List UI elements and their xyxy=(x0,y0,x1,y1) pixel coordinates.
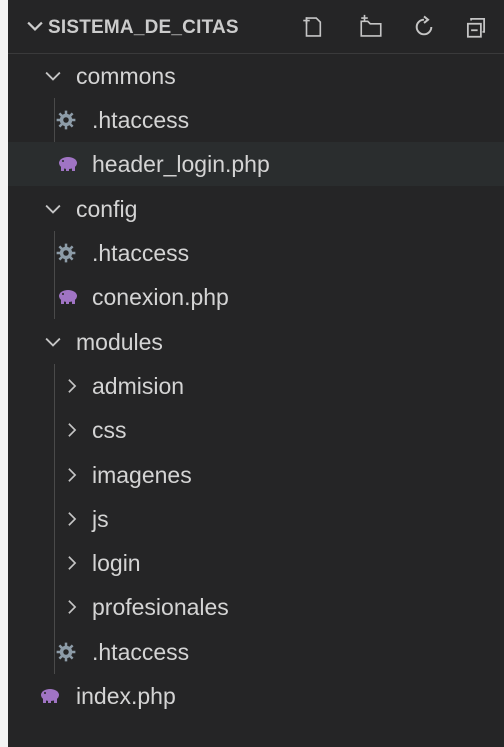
chevron-right-icon xyxy=(68,512,77,526)
gear-icon xyxy=(56,110,76,130)
tree-item-label: commons xyxy=(76,63,176,89)
tree-item-label: css xyxy=(92,417,127,443)
tree-file-conexion[interactable]: conexion.php xyxy=(8,275,504,319)
explorer-header[interactable]: SISTEMA_DE_CITAS xyxy=(8,0,504,54)
php-elephant-icon xyxy=(59,157,77,171)
tree-folder-commons[interactable]: commons xyxy=(8,54,504,98)
chevron-down-icon xyxy=(45,204,61,214)
tree-item-label: index.php xyxy=(76,683,176,709)
tree-file-htaccess[interactable]: .htaccess xyxy=(8,630,504,674)
tree-folder-js[interactable]: js xyxy=(8,497,504,541)
new-file-icon[interactable] xyxy=(300,14,326,40)
tree-folder-css[interactable]: css xyxy=(8,408,504,452)
php-elephant-icon xyxy=(41,689,59,703)
file-explorer: SISTEMA_DE_CITAS commons .htaccess heade… xyxy=(8,0,504,747)
tree-folder-config[interactable]: config xyxy=(8,187,504,231)
tree-item-label: login xyxy=(92,550,141,576)
chevron-right-icon xyxy=(68,379,77,393)
tree-item-label: config xyxy=(76,196,138,222)
collapse-all-icon[interactable] xyxy=(463,14,489,40)
tree-item-label: header_login.php xyxy=(92,151,270,177)
chevron-right-icon xyxy=(68,600,77,614)
tree-item-label: .htaccess xyxy=(92,240,190,266)
tree-item-label: conexion.php xyxy=(92,284,229,310)
tree-item-label: profesionales xyxy=(92,594,229,620)
chevron-down-icon xyxy=(45,337,61,347)
tree-file-header-login[interactable]: header_login.php xyxy=(8,142,504,186)
chevron-right-icon xyxy=(68,556,77,570)
workspace-title: SISTEMA_DE_CITAS xyxy=(48,17,239,38)
refresh-icon[interactable] xyxy=(411,14,437,40)
tree-folder-login[interactable]: login xyxy=(8,541,504,585)
chevron-right-icon xyxy=(68,468,77,482)
tree-item-label: js xyxy=(92,506,109,532)
tree-folder-profesionales[interactable]: profesionales xyxy=(8,585,504,629)
gear-icon xyxy=(56,642,76,662)
chevron-right-icon xyxy=(68,423,77,437)
tree-item-label: admision xyxy=(92,373,185,399)
tree-file-index[interactable]: index.php xyxy=(8,674,504,718)
new-folder-icon[interactable] xyxy=(358,14,384,40)
tree-item-label: .htaccess xyxy=(92,107,190,133)
tree-file-htaccess[interactable]: .htaccess xyxy=(8,98,504,142)
tree-file-htaccess[interactable]: .htaccess xyxy=(8,231,504,275)
php-elephant-icon xyxy=(59,290,77,304)
tree-folder-modules[interactable]: modules xyxy=(8,320,504,364)
tree-item-label: imagenes xyxy=(92,462,192,488)
chevron-down-icon[interactable] xyxy=(24,15,46,37)
chevron-down-icon xyxy=(45,71,61,81)
tree-item-label: modules xyxy=(76,329,163,355)
tree-folder-admision[interactable]: admision xyxy=(8,364,504,408)
tree-folder-imagenes[interactable]: imagenes xyxy=(8,453,504,497)
tree-item-label: .htaccess xyxy=(92,639,190,665)
gear-icon xyxy=(56,243,76,263)
